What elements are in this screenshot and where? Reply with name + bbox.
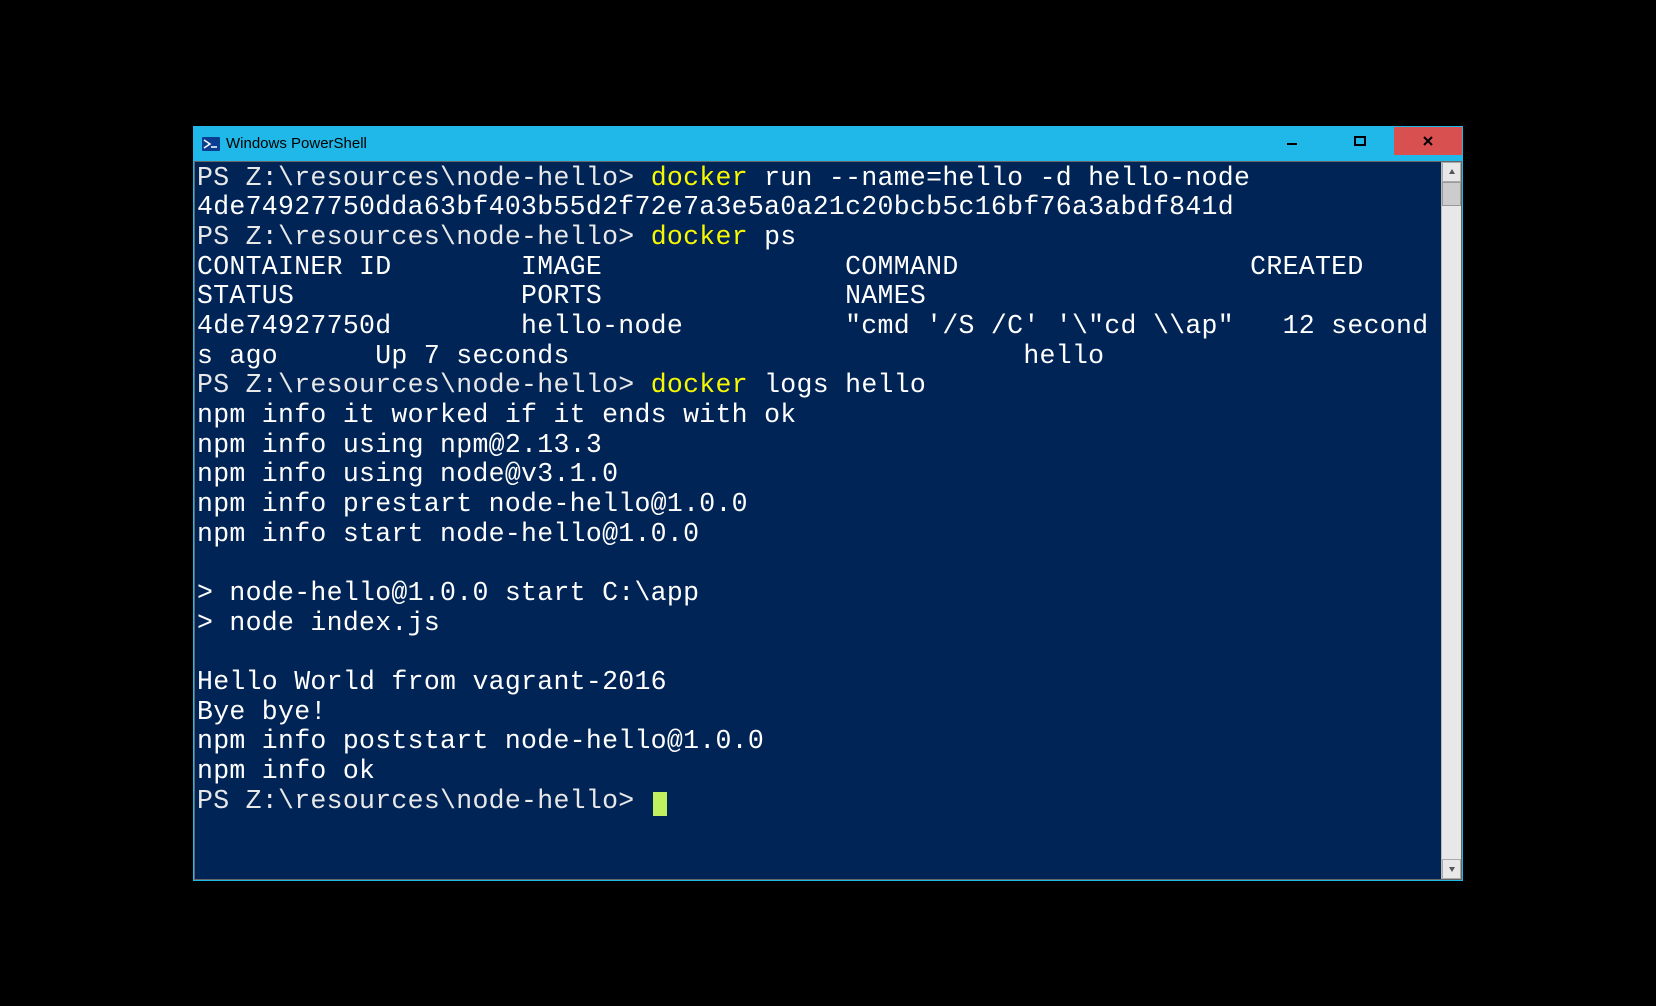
window-title: Windows PowerShell: [226, 127, 1258, 161]
powershell-icon: [202, 135, 220, 153]
scroll-down-button[interactable]: [1442, 859, 1461, 879]
close-button[interactable]: [1394, 127, 1462, 155]
window-body: PS Z:\resources\node-hello> docker run -…: [194, 161, 1462, 880]
minimize-button[interactable]: [1258, 127, 1326, 155]
scrollbar-track[interactable]: [1442, 182, 1461, 859]
titlebar[interactable]: Windows PowerShell: [194, 127, 1462, 161]
window-controls: [1258, 127, 1462, 155]
cursor: [653, 792, 667, 816]
scroll-up-button[interactable]: [1442, 162, 1461, 182]
maximize-button[interactable]: [1326, 127, 1394, 155]
scrollbar-thumb[interactable]: [1442, 182, 1461, 206]
powershell-window: Windows PowerShell PS Z:\resources\node-…: [193, 126, 1463, 881]
terminal-output[interactable]: PS Z:\resources\node-hello> docker run -…: [195, 162, 1441, 879]
vertical-scrollbar[interactable]: [1441, 162, 1461, 879]
